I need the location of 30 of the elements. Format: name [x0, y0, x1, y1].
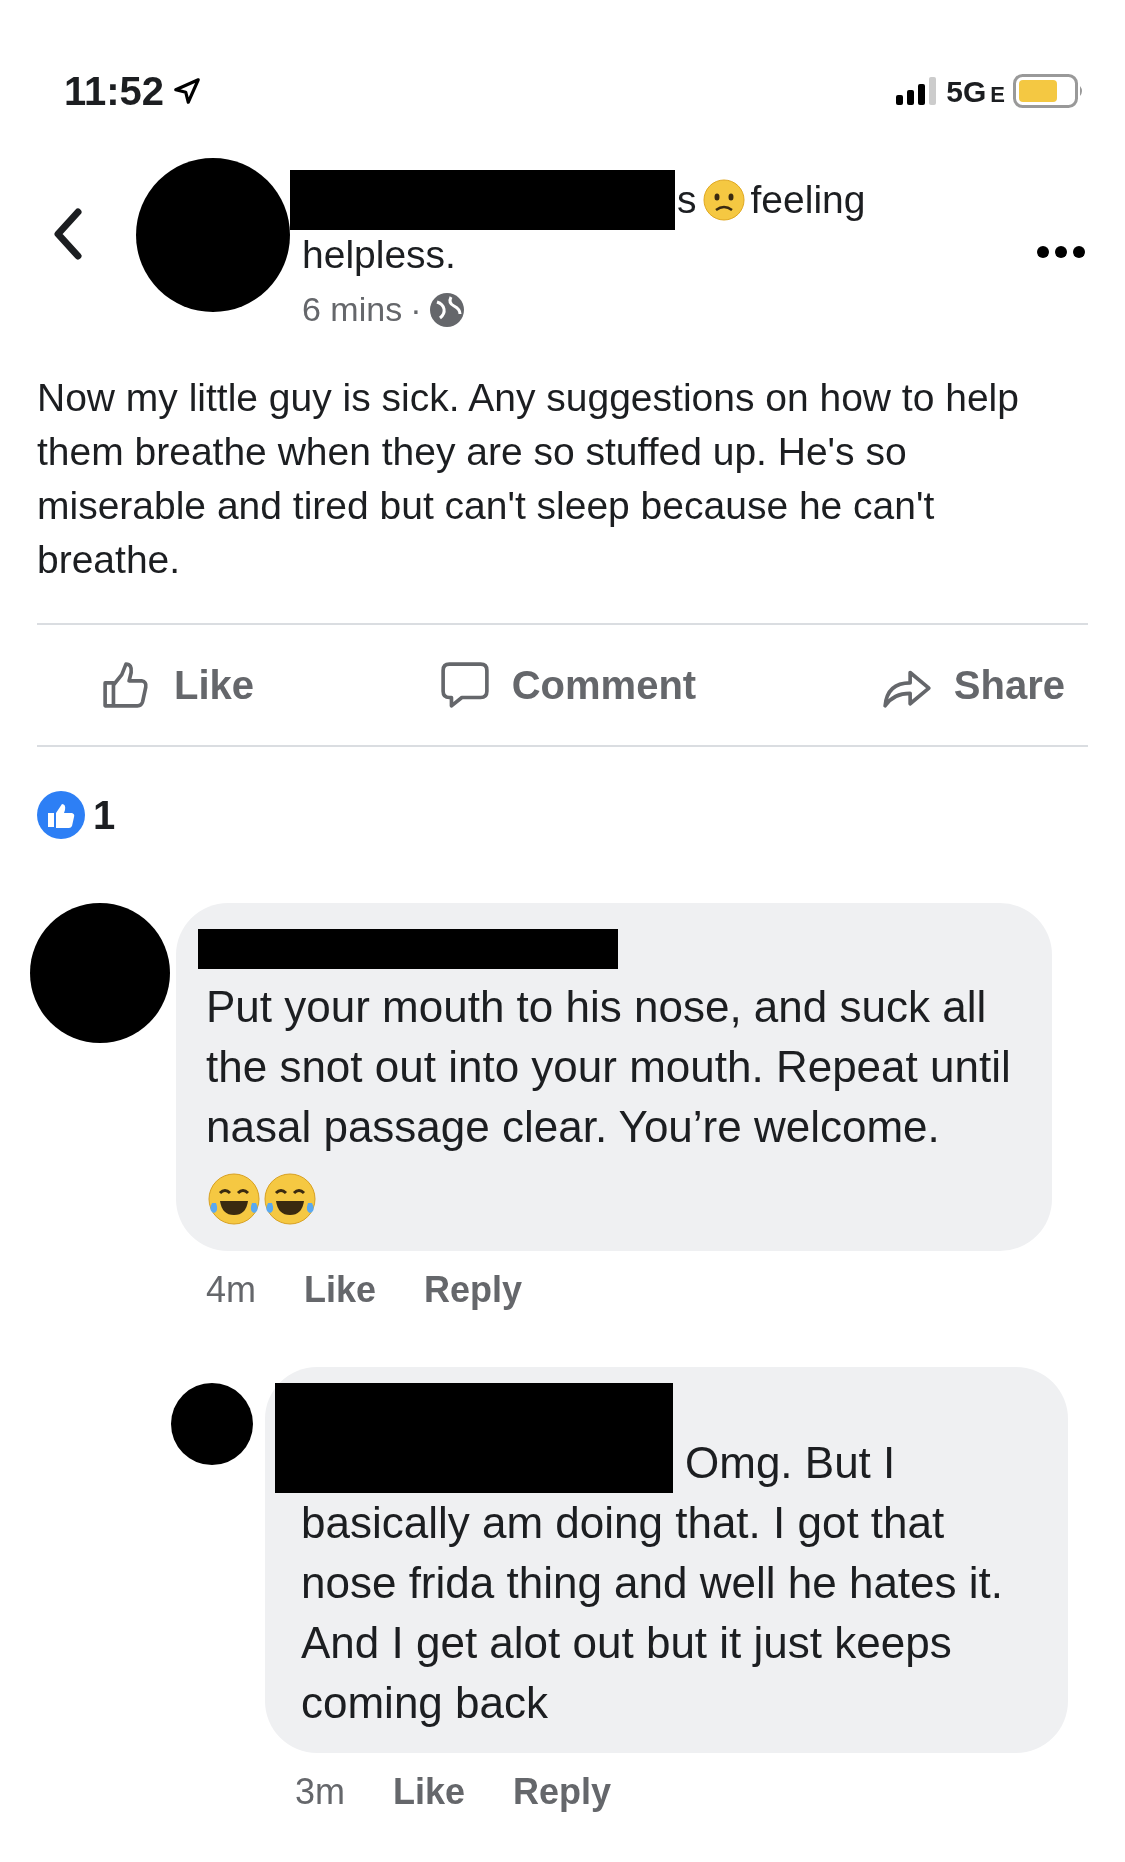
- post-time: 6 mins: [302, 289, 403, 330]
- more-options-icon: [1037, 246, 1085, 258]
- laughing-face-icon: [206, 1171, 262, 1227]
- thumbs-up-icon: [37, 791, 85, 839]
- sad-face-icon: [702, 179, 745, 221]
- globe-icon: [429, 291, 466, 328]
- comment-text: basically am doing that. I got that nose frida thing and well he hates it. And I get alot out but it just keeps coming back: [300, 1497, 1004, 1729]
- status-time: 11:52: [64, 68, 165, 115]
- like-link[interactable]: Like: [304, 1263, 377, 1317]
- network-label: 5G: [946, 73, 987, 110]
- post-text: Now my little guy is sick. Any suggestions on how to help them breathe when they are so stuffed up. He's so miserable and tired but can't sleep because he can't breathe.: [36, 375, 1020, 583]
- location-arrow-icon: [172, 76, 203, 106]
- share-button[interactable]: Share: [879, 655, 1065, 715]
- laughing-face-icon: [262, 1171, 318, 1227]
- feeling-text: feeling: [750, 177, 866, 223]
- like-link[interactable]: Like: [393, 1765, 466, 1819]
- battery-icon: [1013, 74, 1085, 108]
- reply-link[interactable]: Reply: [424, 1263, 523, 1317]
- comment-text: Put your mouth to his nose, and suck all the snot out into your mouth. Repeat until nasal passage clear. You’re welcome.: [206, 981, 1012, 1153]
- comment-time: 3m: [295, 1770, 345, 1814]
- comment-text: Omg. But I: [685, 1437, 896, 1489]
- separator-dot: ·: [410, 289, 422, 330]
- network-sublabel: E: [990, 80, 1005, 109]
- feeling-text: helpless.: [302, 233, 456, 276]
- name-fragment: s: [677, 177, 697, 223]
- like-button[interactable]: Like: [100, 655, 255, 715]
- comment-button[interactable]: Comment: [437, 655, 697, 715]
- reaction-count: 1: [93, 792, 116, 839]
- comment-time: 4m: [206, 1268, 256, 1312]
- reply-link[interactable]: Reply: [513, 1765, 612, 1819]
